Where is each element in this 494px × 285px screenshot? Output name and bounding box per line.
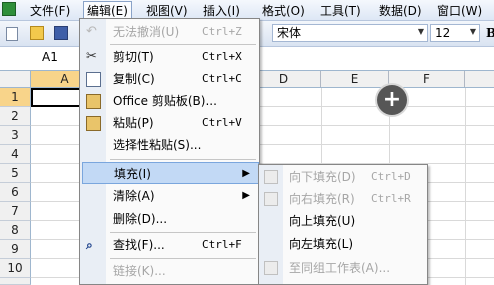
menu-item-label: 复制(C): [113, 72, 155, 86]
excel-app-icon[interactable]: [2, 2, 16, 16]
menu-separator: [110, 258, 256, 259]
submenu-arrow-icon: ▶: [242, 190, 250, 201]
menu-separator: [110, 44, 256, 45]
menu-separator: [110, 232, 256, 233]
floating-add-button[interactable]: +: [377, 85, 407, 115]
row-header-4[interactable]: 4: [0, 145, 31, 164]
fill-down-icon: [264, 170, 278, 184]
submenu-item-fill-down[interactable]: 向下填充(D) Ctrl+D: [260, 166, 426, 188]
menu-item-label: 清除(A): [113, 189, 155, 203]
row-header-8[interactable]: 8: [0, 221, 31, 240]
binoculars-icon: ⌕: [86, 238, 93, 252]
row-header-10[interactable]: 10: [0, 259, 31, 278]
menu-item-label: 向上填充(U): [289, 214, 356, 228]
plus-icon: +: [382, 87, 402, 112]
font-size-value: 12: [435, 26, 451, 40]
name-box[interactable]: [0, 48, 80, 67]
menu-file[interactable]: 文件(F): [30, 3, 70, 19]
menu-item-office-clipboard[interactable]: Office 剪贴板(B)...: [81, 90, 258, 112]
menu-separator: [110, 159, 256, 160]
menu-item-delete[interactable]: 删除(D)...: [81, 208, 258, 230]
submenu-arrow-icon: ▶: [242, 168, 250, 179]
menu-item-label: 删除(D)...: [113, 212, 168, 226]
undo-icon: ↶: [86, 24, 97, 39]
row-header-11[interactable]: [0, 278, 31, 285]
bold-icon[interactable]: B: [486, 26, 494, 40]
submenu-item-fill-left[interactable]: 向左填充(L): [260, 233, 426, 255]
edit-menu-dropdown: ↶ 无法撤消(U) Ctrl+Z ✂ 剪切(T) Ctrl+X 复制(C) Ct…: [79, 18, 260, 285]
menu-item-copy[interactable]: 复制(C) Ctrl+C: [81, 68, 258, 90]
fill-submenu: 向下填充(D) Ctrl+D 向右填充(R) Ctrl+R 向上填充(U) 向左…: [258, 164, 428, 285]
new-document-icon[interactable]: [6, 27, 18, 41]
menu-data[interactable]: 数据(D): [379, 3, 422, 19]
menu-item-label: 粘贴(P): [113, 116, 154, 130]
save-disk-icon[interactable]: [54, 26, 68, 40]
menu-item-label: 填充(I): [114, 167, 151, 181]
column-header-g[interactable]: [465, 71, 494, 87]
menu-item-label: 选择性粘贴(S)...: [113, 138, 202, 152]
menu-item-label: 链接(K)...: [113, 264, 166, 278]
open-folder-icon[interactable]: [30, 26, 44, 40]
menu-item-label: Office 剪贴板(B)...: [113, 94, 217, 108]
row-header-9[interactable]: 9: [0, 240, 31, 259]
menu-item-shortcut: Ctrl+V: [202, 116, 242, 129]
font-size-combo[interactable]: 12 ▼: [430, 24, 480, 42]
menu-item-undo[interactable]: ↶ 无法撤消(U) Ctrl+Z: [81, 21, 258, 43]
menu-item-shortcut: Ctrl+D: [371, 170, 411, 183]
menu-item-paste-special[interactable]: 选择性粘贴(S)...: [81, 134, 258, 156]
menu-item-shortcut: Ctrl+F: [202, 238, 242, 251]
font-name-combo[interactable]: 宋体 ▼: [272, 24, 428, 42]
grid-line: [465, 88, 466, 285]
submenu-item-across-worksheets[interactable]: 至同组工作表(A)...: [260, 257, 426, 279]
font-name-value: 宋体: [277, 26, 302, 40]
menu-tools[interactable]: 工具(T): [320, 3, 361, 19]
clipboard-icon: [86, 94, 101, 109]
menu-item-shortcut: Ctrl+X: [202, 50, 242, 63]
column-header-f[interactable]: F: [389, 71, 465, 87]
menu-item-label: 向左填充(L): [289, 237, 354, 251]
scissors-icon: ✂: [86, 49, 97, 64]
row-header-3[interactable]: 3: [0, 126, 31, 145]
column-header-e[interactable]: E: [321, 71, 389, 87]
menu-item-shortcut: Ctrl+C: [202, 72, 242, 85]
menu-item-links[interactable]: 链接(K)...: [81, 260, 258, 282]
menu-view[interactable]: 视图(V): [146, 3, 188, 19]
worksheets-icon: [264, 261, 278, 275]
menu-window[interactable]: 窗口(W): [437, 3, 482, 19]
chevron-down-icon[interactable]: ▼: [470, 27, 476, 36]
submenu-item-fill-up[interactable]: 向上填充(U): [260, 210, 426, 232]
row-header-1[interactable]: 1: [0, 88, 31, 107]
menu-format[interactable]: 格式(O): [262, 3, 305, 19]
menu-item-paste[interactable]: 粘贴(P) Ctrl+V: [81, 112, 258, 134]
chevron-down-icon[interactable]: ▼: [418, 27, 424, 36]
submenu-item-fill-right[interactable]: 向右填充(R) Ctrl+R: [260, 188, 426, 210]
row-header-7[interactable]: 7: [0, 202, 31, 221]
row-header-5[interactable]: 5: [0, 164, 31, 183]
menu-item-label: 剪切(T): [113, 50, 154, 64]
menu-item-label: 至同组工作表(A)...: [289, 261, 391, 275]
menu-item-label: 向下填充(D): [289, 170, 356, 184]
fill-right-icon: [264, 192, 278, 206]
copy-icon: [86, 72, 101, 87]
menu-item-fill[interactable]: 填充(I) ▶: [82, 162, 259, 184]
menu-item-find[interactable]: ⌕ 查找(F)... Ctrl+F: [81, 234, 258, 256]
menu-item-label: 向右填充(R): [289, 192, 355, 206]
menu-item-cut[interactable]: ✂ 剪切(T) Ctrl+X: [81, 46, 258, 68]
menu-item-shortcut: Ctrl+R: [371, 192, 411, 205]
menu-item-label: 无法撤消(U): [113, 25, 180, 39]
menu-insert[interactable]: 插入(I): [203, 3, 240, 19]
row-header-2[interactable]: 2: [0, 107, 31, 126]
menu-item-clear[interactable]: 清除(A) ▶: [81, 185, 258, 207]
name-box-value: A1: [42, 50, 58, 64]
menu-item-label: 查找(F)...: [113, 238, 165, 252]
select-all-corner[interactable]: [0, 71, 31, 87]
row-header-6[interactable]: 6: [0, 183, 31, 202]
menu-item-shortcut: Ctrl+Z: [202, 25, 242, 38]
paste-icon: [86, 116, 101, 131]
